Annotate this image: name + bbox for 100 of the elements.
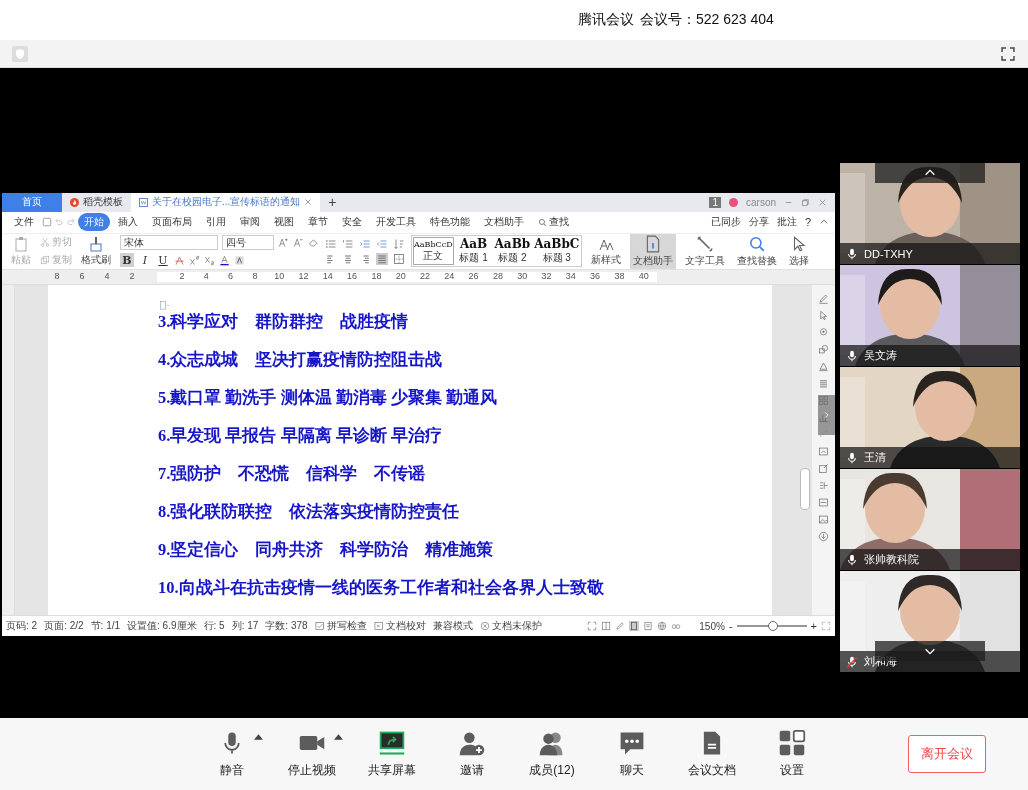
menu-tab[interactable]: 开发工具 (370, 213, 422, 232)
strikethrough-icon[interactable] (174, 254, 185, 266)
toolbar-button[interactable]: 聊天 (592, 729, 672, 779)
grow-font-icon[interactable] (278, 237, 289, 249)
caret-icon[interactable] (334, 733, 343, 740)
close-icon[interactable] (818, 197, 827, 207)
toolbar-button[interactable]: 静音 (192, 729, 272, 779)
sort-icon[interactable] (393, 237, 405, 250)
menu-tab[interactable]: 引用 (200, 213, 232, 232)
menu-tab[interactable]: 审阅 (234, 213, 266, 232)
fullscreen-icon[interactable] (1000, 45, 1016, 62)
menu-tab[interactable]: 开始 (78, 213, 110, 232)
image-frame-icon[interactable] (818, 446, 829, 458)
ribbon-button[interactable]: 选择 (786, 233, 813, 269)
document-tab[interactable]: 稻壳模板 (62, 193, 131, 212)
status-button[interactable]: 文档未保护 (479, 619, 542, 634)
pencil-icon[interactable] (615, 621, 626, 632)
file-menu[interactable]: 文件 (8, 213, 40, 232)
globe-icon[interactable] (657, 621, 668, 632)
muted-microphone-icon[interactable] (846, 654, 858, 669)
microphone-icon[interactable] (846, 450, 858, 465)
format-button[interactable]: I (138, 253, 152, 268)
close-icon[interactable] (304, 198, 313, 207)
redo-icon[interactable] (66, 217, 76, 228)
microphone-icon[interactable] (846, 552, 858, 567)
fit-icon[interactable] (587, 621, 598, 632)
toolbar-button[interactable]: 成员(12) (512, 729, 592, 779)
zoom-in-button[interactable]: + (810, 620, 817, 633)
border-icon[interactable] (393, 252, 405, 265)
style-preset[interactable]: AaBbCcD 正文 (412, 236, 455, 267)
bullet-list-icon[interactable] (325, 237, 337, 250)
align-icon[interactable] (376, 252, 388, 265)
caret-icon[interactable] (254, 733, 263, 740)
page-view-icon[interactable] (629, 621, 640, 632)
slider-thumb[interactable] (767, 621, 778, 632)
size-select[interactable]: 四号 (222, 235, 274, 251)
help-button[interactable]: ? (804, 216, 811, 229)
shrink-font-icon[interactable] (293, 237, 304, 249)
menu-button[interactable]: 批注 (776, 215, 797, 230)
leave-meeting-button[interactable]: 离开会议 (908, 735, 986, 773)
collapse-panel-button[interactable] (818, 395, 836, 436)
download-icon[interactable] (818, 531, 829, 543)
menu-tab[interactable]: 页面布局 (146, 213, 198, 232)
eraser-icon[interactable] (308, 237, 319, 249)
location-icon[interactable] (818, 327, 829, 339)
toolbar-button[interactable]: 共享屏幕 (352, 729, 432, 779)
zoom-out-button[interactable]: - (728, 620, 733, 633)
shapes-icon[interactable] (818, 344, 829, 356)
ruler-number: 8 (54, 271, 60, 282)
menu-button[interactable]: 分享 (748, 215, 769, 230)
menu-tab[interactable]: 文档助手 (478, 213, 530, 232)
ribbon-button[interactable]: 文档助手 (630, 233, 677, 269)
document-tab[interactable]: 首页 (2, 193, 62, 212)
save-icon[interactable] (42, 217, 52, 228)
table-icon[interactable] (818, 378, 829, 390)
toolbar-button[interactable]: 停止视频 (272, 729, 352, 779)
new-style-button[interactable]: 新样式 (588, 234, 625, 268)
eye-mode-icon[interactable] (671, 621, 682, 632)
superscript-icon[interactable] (189, 254, 200, 266)
menu-tab[interactable]: 安全 (336, 213, 368, 232)
status-button[interactable]: 兼容模式 (432, 619, 473, 634)
pencil-icon[interactable] (818, 293, 829, 305)
list-icon[interactable] (818, 480, 829, 492)
ribbon-button[interactable]: 格式刷 (78, 234, 114, 268)
status-button[interactable]: 拼写检查 (314, 619, 367, 634)
microphone-icon[interactable] (846, 348, 858, 363)
picture-icon[interactable] (818, 514, 829, 526)
edit-box-icon[interactable] (818, 463, 829, 475)
avatar[interactable] (729, 197, 738, 207)
format-button[interactable]: U (156, 253, 170, 268)
ribbon-button[interactable]: 文字工具 (682, 233, 729, 269)
menu-tab[interactable]: 视图 (268, 213, 300, 232)
scroll-up-button[interactable] (875, 163, 985, 183)
fullscreen-icon[interactable] (821, 621, 831, 632)
font-select[interactable]: 宋体 (120, 235, 218, 251)
format-button[interactable]: B (120, 253, 134, 268)
font-color-icon[interactable] (219, 254, 230, 266)
toolbar-button[interactable]: 设置 (752, 729, 832, 779)
undo-icon[interactable] (54, 217, 64, 228)
toolbar-button[interactable]: 邀请 (432, 729, 512, 779)
window-icon[interactable] (818, 497, 829, 509)
book-icon[interactable] (601, 621, 612, 632)
outline-icon[interactable] (643, 621, 654, 632)
menu-button[interactable]: 已同步 (710, 215, 741, 230)
scrollbar-thumb[interactable] (800, 468, 811, 511)
find-menu[interactable]: 查找 (532, 213, 575, 232)
menu-tab[interactable]: 章节 (302, 213, 334, 232)
menu-tab[interactable]: 插入 (112, 213, 144, 232)
triangle-icon[interactable] (818, 361, 829, 373)
cursor-icon[interactable] (818, 310, 829, 322)
align-icon[interactable] (342, 252, 354, 265)
new-tab-button[interactable]: + (320, 193, 345, 212)
microphone-icon[interactable] (846, 246, 858, 261)
restore-icon[interactable] (801, 197, 810, 207)
document-tab[interactable]: 关于在校园电子...宣传标语的通知 (131, 193, 321, 212)
ribbon-button[interactable]: 查找替换 (734, 233, 781, 269)
status-button[interactable]: 文档校对 (373, 619, 426, 634)
menu-tab[interactable]: 特色功能 (424, 213, 476, 232)
highlight-icon[interactable] (234, 254, 245, 266)
toolbar-button[interactable]: 会议文档 (672, 729, 752, 779)
